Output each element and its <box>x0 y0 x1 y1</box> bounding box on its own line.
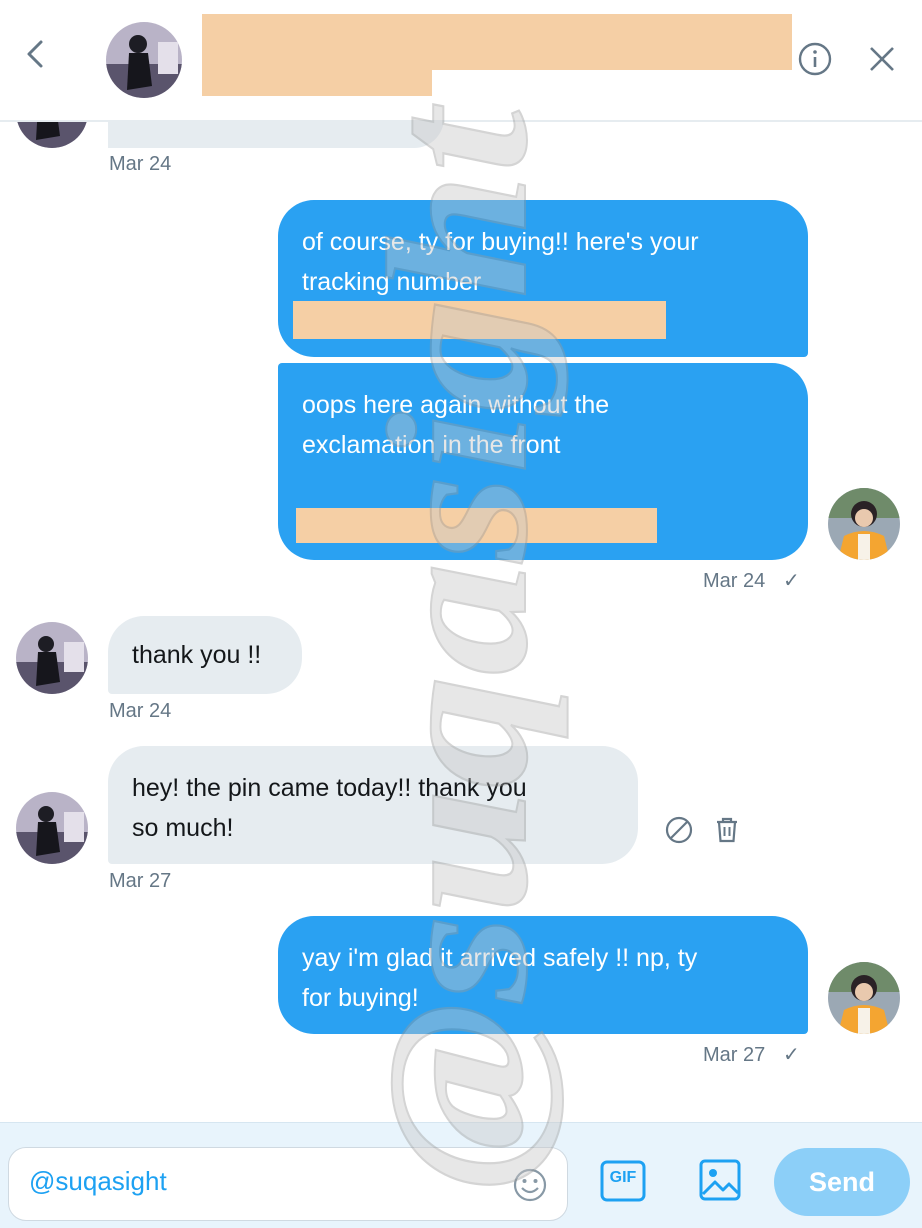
gif-label: GIF <box>609 1169 637 1186</box>
message-text: of course, ty for buying!! here's your t… <box>302 228 699 296</box>
avatar[interactable] <box>828 962 900 1034</box>
redacted-handle <box>202 68 432 96</box>
chevron-left-icon <box>27 40 43 68</box>
message-input-value: @suqasight <box>29 1166 167 1196</box>
report-icon[interactable] <box>664 815 694 845</box>
redacted-tracking-number <box>293 301 666 339</box>
trash-icon[interactable] <box>712 815 742 845</box>
message-bubble[interactable]: thank you !! <box>108 616 302 694</box>
message-bubble[interactable]: yay i'm glad it arrived safely !! np, ty… <box>278 916 808 1034</box>
message-bubble[interactable]: hey! the pin came today!! thank you so m… <box>108 746 638 864</box>
send-button[interactable]: Send <box>774 1148 910 1216</box>
info-icon <box>798 42 832 76</box>
message-timestamp: Mar 24 <box>109 153 172 175</box>
avatar[interactable] <box>106 22 182 98</box>
read-check-icon: ✓ <box>783 1044 800 1066</box>
message-input[interactable]: @suqasight <box>8 1147 568 1221</box>
image-button[interactable] <box>698 1158 742 1202</box>
emoji-icon <box>513 1168 547 1202</box>
back-button[interactable] <box>18 36 52 72</box>
gif-button[interactable]: GIF <box>600 1160 646 1202</box>
close-icon <box>870 47 894 71</box>
message-text: thank you !! <box>132 641 262 669</box>
message-text: hey! the pin came today!! thank you so m… <box>132 774 527 842</box>
read-check-icon: ✓ <box>783 570 800 592</box>
message-text: yay i'm glad it arrived safely !! np, ty… <box>302 944 698 1012</box>
redacted-tracking-number <box>296 508 657 543</box>
message-text: oops here again without the exclamation … <box>302 391 610 459</box>
emoji-button[interactable] <box>511 1166 549 1204</box>
message-timestamp: Mar 27 <box>703 1044 766 1066</box>
message-timestamp: Mar 27 <box>109 870 172 892</box>
close-button[interactable] <box>864 41 900 77</box>
conversation-header <box>0 0 922 122</box>
image-icon <box>699 1159 741 1201</box>
avatar[interactable] <box>16 792 88 864</box>
message-timestamp: Mar 24 <box>109 700 172 722</box>
avatar[interactable] <box>828 488 900 560</box>
message-timestamp: Mar 24 <box>703 570 766 592</box>
avatar[interactable] <box>16 622 88 694</box>
info-button[interactable] <box>797 41 833 77</box>
redacted-username <box>202 14 792 70</box>
